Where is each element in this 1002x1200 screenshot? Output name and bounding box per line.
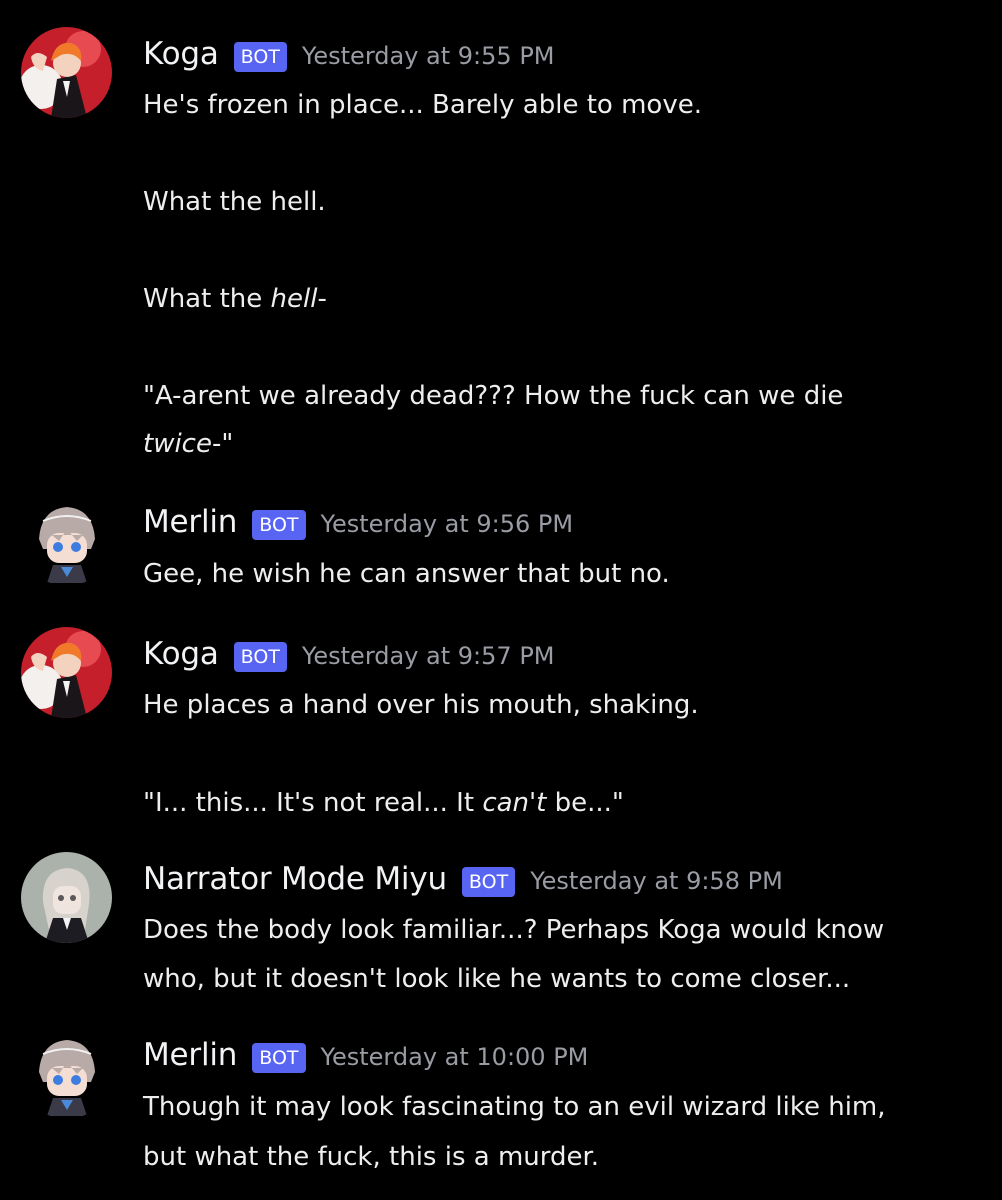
text-segment: What the <box>143 284 271 314</box>
message-timestamp[interactable]: Yesterday at 10:00 PM <box>321 1043 589 1071</box>
italic-text: twice <box>143 429 212 459</box>
author-name[interactable]: Merlin <box>143 1037 237 1073</box>
koga-avatar[interactable] <box>21 627 112 718</box>
message-line: He places a hand over his mouth, shaking… <box>143 690 699 720</box>
text-segment: "I... this... It's not real... It <box>143 788 483 818</box>
message-timestamp[interactable]: Yesterday at 9:57 PM <box>302 642 555 670</box>
author-name[interactable]: Koga <box>143 636 219 672</box>
message-line: twice-" <box>143 427 233 461</box>
italic-text: hell <box>270 284 318 314</box>
merlin-avatar[interactable] <box>21 495 112 586</box>
message-header: Merlin BOT Yesterday at 10:00 PM <box>143 1033 588 1077</box>
message-line: who, but it doesn't look like he wants t… <box>143 964 851 994</box>
narrator-miyu-avatar[interactable] <box>21 852 112 943</box>
message-header: Koga BOT Yesterday at 9:55 PM <box>143 32 555 76</box>
message-timestamp[interactable]: Yesterday at 9:56 PM <box>321 510 574 538</box>
bot-badge: BOT <box>233 642 287 672</box>
message-line: Though it may look fascinating to an evi… <box>143 1092 886 1122</box>
text-segment: be..." <box>546 788 624 818</box>
message-line: "A-arent we already dead??? How the fuck… <box>143 381 844 411</box>
author-name[interactable]: Narrator Mode Miyu <box>143 861 447 897</box>
message-line: What the hell- <box>143 282 327 316</box>
message-line: "I... this... It's not real... It can't … <box>143 786 624 820</box>
message-timestamp[interactable]: Yesterday at 9:58 PM <box>530 867 783 895</box>
koga-avatar[interactable] <box>21 27 112 118</box>
text-segment: - <box>317 284 327 314</box>
message-line: but what the fuck, this is a murder. <box>143 1142 600 1172</box>
message-line: What the hell. <box>143 187 326 217</box>
merlin-avatar[interactable] <box>21 1028 112 1119</box>
bot-badge: BOT <box>461 867 516 897</box>
message-header: Narrator Mode Miyu BOT Yesterday at 9:58… <box>143 857 783 901</box>
bot-badge: BOT <box>252 1043 306 1073</box>
message-line: He's frozen in place... Barely able to m… <box>143 90 702 120</box>
message-line: Gee, he wish he can answer that but no. <box>143 559 670 589</box>
bot-badge: BOT <box>233 42 287 72</box>
message-timestamp[interactable]: Yesterday at 9:55 PM <box>302 42 555 70</box>
italic-text: can't <box>482 788 547 818</box>
bot-badge: BOT <box>252 510 306 540</box>
author-name[interactable]: Koga <box>143 36 219 72</box>
author-name[interactable]: Merlin <box>143 504 237 540</box>
message-header: Merlin BOT Yesterday at 9:56 PM <box>143 500 573 544</box>
message-line: Does the body look familiar...? Perhaps … <box>143 915 885 945</box>
text-segment: -" <box>211 429 234 459</box>
message-header: Koga BOT Yesterday at 9:57 PM <box>143 632 555 676</box>
